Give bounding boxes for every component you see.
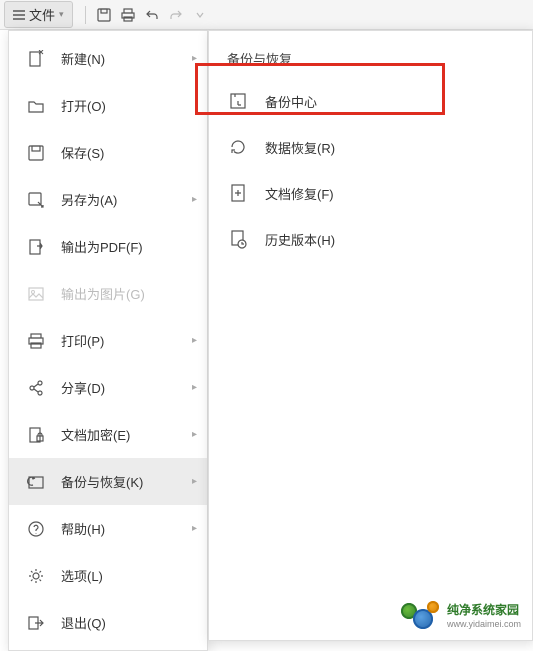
menu-item-exit[interactable]: 退出(Q) — [9, 599, 207, 646]
options-icon — [25, 565, 47, 587]
menu-item-image: 输出为图片(G) — [9, 270, 207, 317]
menu-item-print[interactable]: 打印(P) ▸ — [9, 317, 207, 364]
save-toolbar-button[interactable] — [93, 4, 115, 26]
menu-item-pdf[interactable]: 输出为PDF(F) — [9, 223, 207, 270]
chevron-down-icon: ▾ — [59, 9, 64, 20]
menu-item-open[interactable]: 打开(O) — [9, 82, 207, 129]
doc-repair-icon — [227, 182, 249, 204]
menu-label: 保存(S) — [61, 143, 197, 162]
hamburger-icon — [13, 10, 25, 20]
watermark-url: www.yidaimei.com — [447, 619, 521, 629]
menu-label: 分享(D) — [61, 378, 192, 397]
menu-label: 选项(L) — [61, 566, 197, 585]
menu-label: 帮助(H) — [61, 519, 192, 538]
open-icon — [25, 95, 47, 117]
menu-label: 另存为(A) — [61, 190, 192, 209]
image-icon — [25, 283, 47, 305]
menu-label: 输出为PDF(F) — [61, 237, 197, 256]
top-toolbar: 文件 ▾ — [0, 0, 533, 30]
file-menu-label: 文件 — [29, 5, 55, 24]
backup-icon — [25, 471, 47, 493]
submenu-title: 备份与恢复 — [209, 49, 532, 78]
submenu-item-backup-center[interactable]: 备份中心 — [209, 78, 532, 124]
dropdown-toolbar-button[interactable] — [189, 4, 211, 26]
chevron-right-icon: ▸ — [192, 382, 197, 393]
chevron-right-icon: ▸ — [192, 335, 197, 346]
menu-item-new[interactable]: 新建(N) ▸ — [9, 35, 207, 82]
watermark-logo-icon — [401, 601, 441, 629]
save-icon — [25, 142, 47, 164]
history-icon — [227, 228, 249, 250]
menu-label: 退出(Q) — [61, 613, 197, 632]
redo-toolbar-button[interactable] — [165, 4, 187, 26]
saveas-icon — [25, 189, 47, 211]
backup-submenu-panel: 备份与恢复 备份中心 数据恢复(R) 文档修复(F) 历史版本(H) — [208, 30, 533, 641]
chevron-right-icon: ▸ — [192, 53, 197, 64]
submenu-label: 备份中心 — [265, 92, 317, 111]
file-menu-button[interactable]: 文件 ▾ — [4, 1, 73, 28]
chevron-right-icon: ▸ — [192, 476, 197, 487]
new-icon — [25, 48, 47, 70]
submenu-label: 文档修复(F) — [265, 184, 334, 203]
submenu-item-data-recover[interactable]: 数据恢复(R) — [209, 124, 532, 170]
menu-label: 打印(P) — [61, 331, 192, 350]
submenu-label: 历史版本(H) — [265, 230, 335, 249]
pdf-icon — [25, 236, 47, 258]
share-icon — [25, 377, 47, 399]
chevron-right-icon: ▸ — [192, 429, 197, 440]
print-icon — [25, 330, 47, 352]
file-menu-panel: 新建(N) ▸ 打开(O) 保存(S) 另存为(A) ▸ 输出为PDF(F) 输… — [8, 30, 208, 651]
print-toolbar-button[interactable] — [117, 4, 139, 26]
help-icon — [25, 518, 47, 540]
menu-label: 新建(N) — [61, 49, 192, 68]
menu-label: 文档加密(E) — [61, 425, 192, 444]
menu-label: 输出为图片(G) — [61, 284, 197, 303]
menu-item-backup[interactable]: 备份与恢复(K) ▸ — [9, 458, 207, 505]
menu-label: 打开(O) — [61, 96, 197, 115]
data-recover-icon — [227, 136, 249, 158]
submenu-label: 数据恢复(R) — [265, 138, 335, 157]
chevron-right-icon: ▸ — [192, 523, 197, 534]
watermark: 纯净系统家园 www.yidaimei.com — [401, 601, 521, 629]
encrypt-icon — [25, 424, 47, 446]
watermark-title: 纯净系统家园 — [447, 603, 519, 617]
menu-item-saveas[interactable]: 另存为(A) ▸ — [9, 176, 207, 223]
separator — [85, 6, 86, 24]
menu-item-share[interactable]: 分享(D) ▸ — [9, 364, 207, 411]
submenu-item-history[interactable]: 历史版本(H) — [209, 216, 532, 262]
menu-item-save[interactable]: 保存(S) — [9, 129, 207, 176]
menu-item-options[interactable]: 选项(L) — [9, 552, 207, 599]
backup-center-icon — [227, 90, 249, 112]
menu-item-help[interactable]: 帮助(H) ▸ — [9, 505, 207, 552]
chevron-right-icon: ▸ — [192, 194, 197, 205]
exit-icon — [25, 612, 47, 634]
undo-toolbar-button[interactable] — [141, 4, 163, 26]
menu-item-encrypt[interactable]: 文档加密(E) ▸ — [9, 411, 207, 458]
menu-label: 备份与恢复(K) — [61, 472, 192, 491]
submenu-item-doc-repair[interactable]: 文档修复(F) — [209, 170, 532, 216]
